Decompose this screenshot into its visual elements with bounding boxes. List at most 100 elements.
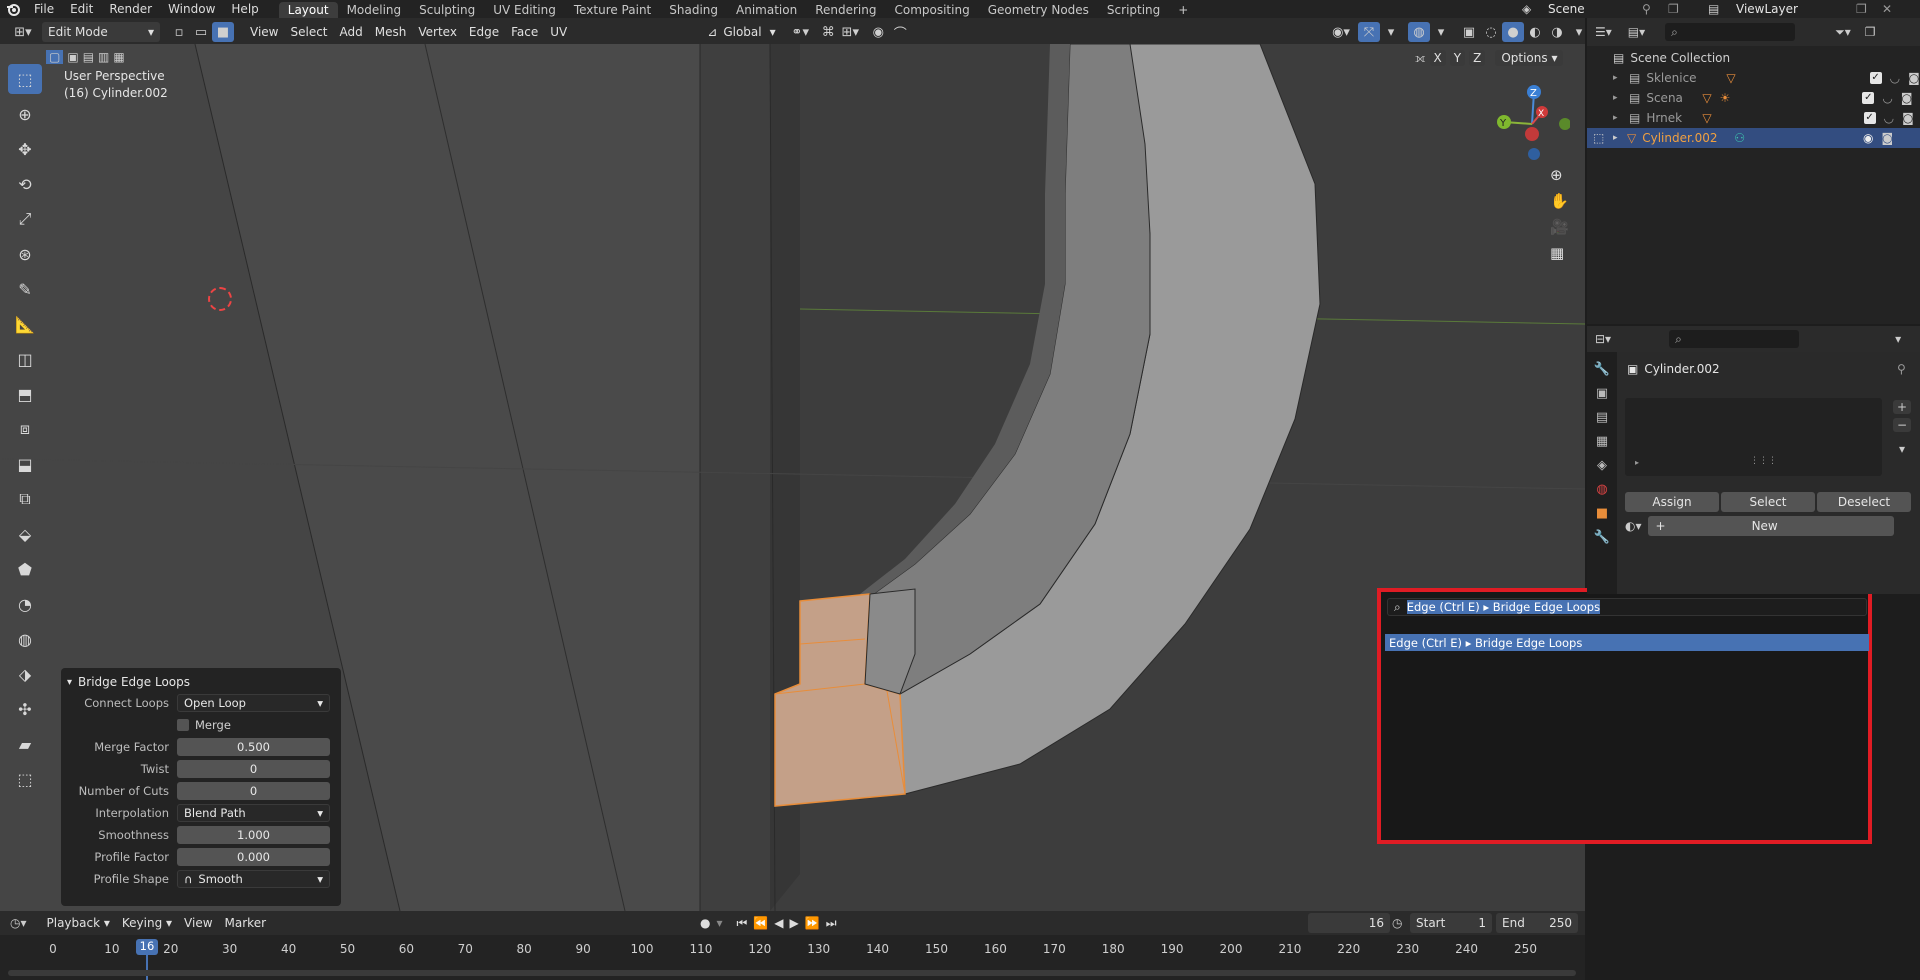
menu-vertex[interactable]: Vertex [412, 22, 463, 42]
properties-search-input[interactable]: ⌕ [1669, 330, 1800, 348]
render-tab-icon[interactable]: ▣ [1596, 386, 1608, 401]
pivot-icon[interactable]: ⚭▾ [789, 22, 811, 42]
eye-closed-icon[interactable]: ◡ [1882, 91, 1892, 105]
gizmo-dropdown-icon[interactable]: ▾ [1380, 22, 1402, 42]
output-tab-icon[interactable]: ▤ [1596, 410, 1608, 425]
select-intersect-icon[interactable]: ▦ [113, 50, 124, 64]
view-layer-tab-icon[interactable]: ▦ [1596, 434, 1608, 449]
measure-tool-icon[interactable]: 📐 [8, 309, 42, 339]
eye-icon[interactable]: ◉ [1863, 131, 1873, 145]
deselect-button[interactable]: Deselect [1817, 492, 1911, 512]
next-keyframe-icon[interactable]: ⏩ [805, 916, 820, 930]
end-frame-field[interactable]: End 250 [1496, 913, 1578, 933]
tab-sculpting[interactable]: Sculpting [410, 2, 484, 18]
view-layer-icon[interactable]: ▤ [1708, 2, 1736, 16]
3d-viewport[interactable]: User Perspective (16) Cylinder.002 ⬚ ⊕ ✥… [0, 44, 1585, 911]
menu-window[interactable]: Window [160, 2, 223, 16]
tab-shading[interactable]: Shading [660, 2, 727, 18]
vertex-select-icon[interactable]: ▫ [168, 22, 190, 42]
tab-animation[interactable]: Animation [727, 2, 806, 18]
rotate-tool-icon[interactable]: ⟲ [8, 169, 42, 199]
tab-layout[interactable]: Layout [278, 2, 338, 18]
chevron-down-icon[interactable]: ▾ [1895, 332, 1901, 346]
object-tab-icon[interactable]: ■ [1596, 506, 1608, 521]
exclude-checkbox[interactable]: ✓ [1863, 112, 1876, 124]
remove-group-icon[interactable]: − [1893, 418, 1911, 432]
select-invert-icon[interactable]: ▥ [98, 50, 109, 64]
scene-tab-icon[interactable]: ◈ [1597, 458, 1607, 473]
add-cube-tool-icon[interactable]: ◫ [8, 344, 42, 374]
outliner-item-cylinder[interactable]: ⬚ ▸ ▽ Cylinder.002 ⚇ ◉ ◙ [1587, 128, 1920, 148]
extrude-tool-icon[interactable]: ⬒ [8, 379, 42, 409]
scene-name[interactable]: Scene [1542, 2, 1642, 16]
visibility-icon[interactable]: ◉▾ [1330, 22, 1352, 42]
menu-edit[interactable]: Edit [62, 2, 101, 16]
outliner-item-hrnek[interactable]: ▸ ▤ Hrnek ▽ ✓ ◡ ◙ [1587, 108, 1920, 128]
snap-icon[interactable]: ⌘ [817, 22, 839, 42]
pin-icon[interactable]: ⚲ [1897, 362, 1906, 376]
merge-factor-field[interactable]: 0.500 [177, 738, 330, 756]
camera-icon[interactable]: ◙ [1908, 71, 1920, 85]
scene-collection-row[interactable]: ▤ Scene Collection [1587, 48, 1920, 68]
timeline-view-menu[interactable]: View [178, 913, 218, 933]
eye-closed-icon[interactable]: ◡ [1890, 71, 1900, 85]
menu-face[interactable]: Face [505, 22, 544, 42]
select-subtract-icon[interactable]: ▤ [83, 50, 94, 64]
rendered-shading-icon[interactable]: ◑ [1546, 22, 1568, 42]
merge-checkbox[interactable] [177, 719, 189, 731]
world-tab-icon[interactable]: ◍ [1596, 482, 1607, 497]
playhead-marker[interactable]: 16 [136, 939, 158, 955]
marker-menu[interactable]: Marker [219, 913, 272, 933]
gizmo-icon[interactable]: ⤧ [1358, 22, 1380, 42]
inset-tool-icon[interactable]: ⧈ [8, 414, 42, 444]
menu-mesh[interactable]: Mesh [369, 22, 413, 42]
outliner-search-input[interactable]: ⌕ [1665, 23, 1796, 41]
edge-slide-tool-icon[interactable]: ⬗ [8, 659, 42, 689]
assign-button[interactable]: Assign [1625, 492, 1719, 512]
falloff-icon[interactable]: ⌒ [889, 22, 911, 42]
material-icon[interactable]: ◐▾ [1625, 519, 1642, 533]
grid-icon[interactable]: ▦ [1550, 244, 1569, 262]
resize-handle-icon[interactable]: ⋮⋮⋮ [1750, 456, 1777, 466]
annotate-tool-icon[interactable]: ✎ [8, 274, 42, 304]
outliner-item-scena[interactable]: ▸ ▤ Scena ▽ ☀ ✓ ◡ ◙ [1587, 88, 1920, 108]
vertex-group-list[interactable]: ▸ ⋮⋮⋮ [1625, 398, 1882, 476]
expand-arrow-icon[interactable]: ▸ [1635, 458, 1639, 467]
xray-icon[interactable]: ▣ [1458, 22, 1480, 42]
exclude-checkbox[interactable]: ✓ [1869, 72, 1882, 84]
pin-icon[interactable]: ⚲ [1642, 2, 1668, 16]
tab-modeling[interactable]: Modeling [338, 2, 411, 18]
cursor-tool-icon[interactable]: ⊕ [8, 99, 42, 129]
transform-tool-icon[interactable]: ⊛ [8, 239, 42, 269]
tab-uv-editing[interactable]: UV Editing [484, 2, 565, 18]
menu-select[interactable]: Select [284, 22, 333, 42]
axis-x-toggle[interactable]: X [1429, 50, 1446, 66]
axis-z-toggle[interactable]: Z [1469, 50, 1486, 66]
new-view-layer-icon[interactable]: ❐ [1856, 2, 1882, 16]
display-mode-icon[interactable]: ▤▾ [1628, 25, 1645, 39]
select-button[interactable]: Select [1721, 492, 1815, 512]
new-collection-icon[interactable]: ❐ [1865, 25, 1876, 39]
snap-target-icon[interactable]: ⊞▾ [839, 22, 861, 42]
connect-loops-dropdown[interactable]: Open Loop ▾ [177, 694, 330, 712]
jump-start-icon[interactable]: ⏮ [737, 916, 748, 931]
rip-tool-icon[interactable]: ⬚ [8, 764, 42, 794]
blender-logo-icon[interactable] [0, 0, 26, 19]
pan-hand-icon[interactable]: ✋ [1550, 192, 1569, 210]
filter-icon[interactable]: ⏷▾ [1835, 25, 1851, 40]
scale-tool-icon[interactable]: ⤢ [8, 204, 42, 234]
wireframe-shading-icon[interactable]: ◌ [1480, 22, 1502, 42]
menu-add[interactable]: Add [334, 22, 369, 42]
modifier-tab-icon[interactable]: 🔧 [1594, 530, 1610, 545]
jump-end-icon[interactable]: ⏭ [826, 916, 837, 931]
menu-uv[interactable]: UV [544, 22, 573, 42]
editor-type-icon[interactable]: ☰▾ [1595, 25, 1612, 39]
timeline-scrollbar[interactable] [8, 970, 1576, 976]
overlay-icon[interactable]: ◍ [1408, 22, 1430, 42]
menu-edge[interactable]: Edge [463, 22, 505, 42]
camera-icon[interactable]: ◙ [1901, 91, 1913, 105]
interpolation-dropdown[interactable]: Blend Path ▾ [177, 804, 330, 822]
record-icon[interactable]: ● [700, 916, 710, 930]
new-material-button[interactable]: + New [1647, 516, 1894, 536]
add-workspace-icon[interactable]: + [1169, 2, 1197, 18]
